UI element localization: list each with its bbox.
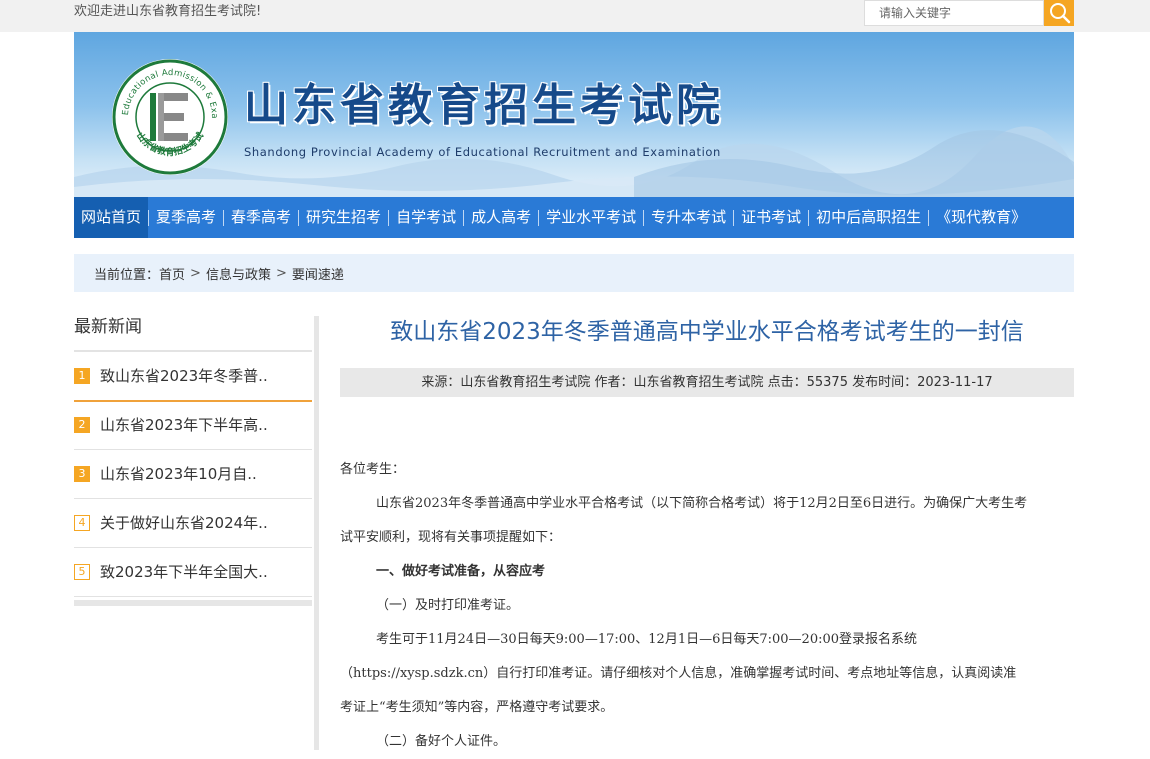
header-banner: Shandong Educational Admission & Examina… — [74, 32, 1074, 197]
paragraph: （一）及时打印准考证。 — [376, 598, 520, 613]
welcome-text: 欢迎走进山东省教育招生考试院! — [74, 4, 262, 19]
site-subtitle: Shandong Provincial Academy of Education… — [244, 145, 721, 159]
search-box — [864, 0, 1044, 26]
nav-item-proficiency[interactable]: 学业水平考试 — [539, 197, 643, 238]
article-meta: 来源：山东省教育招生考试院 作者：山东省教育招生考试院 点击：55375 发布时… — [340, 368, 1074, 397]
nav-item-upgrade[interactable]: 专升本考试 — [644, 197, 733, 238]
search-input[interactable] — [865, 1, 1043, 25]
news-rank-badge: 1 — [74, 367, 90, 384]
paragraph: （二）备好个人证件。 — [376, 734, 507, 749]
paragraph: 考证上“考生须知”等内容，严格遵守考试要求。 — [340, 700, 614, 715]
article-body: 各位考生： 山东省2023年冬季普通高中学业水平合格考试（以下简称合格考试）将于… — [340, 453, 1074, 759]
news-item[interactable]: 2 山东省2023年下半年高.. — [74, 400, 312, 450]
paragraph: （https://xysp.sdzk.cn）自行打印准考证。请仔细核对个人信息，… — [340, 666, 1017, 681]
nav-item-vocational[interactable]: 初中后高职招生 — [809, 197, 928, 238]
breadcrumb-separator: > — [190, 265, 201, 281]
nav-item-spring-gaokao[interactable]: 春季高考 — [224, 197, 298, 238]
search-button[interactable] — [1044, 0, 1074, 26]
sidebar-title: 最新新闻 — [74, 317, 142, 337]
nav-item-adult[interactable]: 成人高考 — [464, 197, 538, 238]
main-nav: 网站首页 夏季高考 春季高考 研究生招考 自学考试 成人高考 学业水平考试 专升… — [74, 197, 1074, 238]
nav-item-modern-education[interactable]: 《现代教育》 — [929, 197, 1033, 238]
breadcrumb-prefix: 当前位置： — [94, 267, 160, 283]
news-item[interactable]: 3 山东省2023年10月自.. — [74, 449, 312, 499]
nav-item-summer-gaokao[interactable]: 夏季高考 — [149, 197, 223, 238]
sidebar-border — [314, 316, 319, 750]
news-item[interactable]: 5 致2023年下半年全国大.. — [74, 547, 312, 597]
news-rank-badge: 4 — [74, 514, 90, 531]
breadcrumb-info-policy[interactable]: 信息与政策 — [206, 264, 271, 283]
nav-item-self-study[interactable]: 自学考试 — [389, 197, 463, 238]
news-title: 致2023年下半年全国大.. — [100, 563, 268, 581]
news-title: 山东省2023年10月自.. — [100, 465, 257, 483]
nav-item-certificate[interactable]: 证书考试 — [734, 197, 808, 238]
breadcrumb-home[interactable]: 首页 — [159, 264, 185, 283]
article: 致山东省2023年冬季普通高中学业水平合格考试考生的一封信 来源：山东省教育招生… — [340, 316, 1074, 750]
news-title: 山东省2023年下半年高.. — [100, 416, 268, 434]
news-rank-badge: 5 — [74, 563, 90, 580]
search-icon — [1050, 3, 1071, 24]
nav-item-home[interactable]: 网站首页 — [74, 197, 149, 238]
news-rank-badge: 2 — [74, 416, 90, 433]
paragraph: 试平安顺利，现将有关事项提醒如下： — [340, 530, 562, 545]
section-heading: 一、做好考试准备，从容应考 — [376, 564, 546, 579]
sidebar-latest-news: 最新新闻 1 致山东省2023年冬季普.. 2 山东省2023年下半年高.. 3… — [74, 316, 320, 750]
news-title: 关于做好山东省2024年.. — [100, 514, 268, 532]
nav-item-graduate[interactable]: 研究生招考 — [299, 197, 388, 238]
breadcrumb-separator: > — [275, 265, 287, 281]
news-item[interactable]: 4 关于做好山东省2024年.. — [74, 498, 312, 548]
article-title: 致山东省2023年冬季普通高中学业水平合格考试考生的一封信 — [390, 319, 1024, 345]
news-item[interactable]: 1 致山东省2023年冬季普.. — [74, 351, 312, 402]
news-rank-badge: 3 — [74, 465, 90, 482]
news-title: 致山东省2023年冬季普.. — [100, 367, 268, 385]
academy-logo: Shandong Educational Admission & Examina… — [110, 57, 228, 175]
paragraph: 各位考生： — [340, 462, 406, 477]
site-title: 山东省教育招生考试院 — [244, 80, 724, 131]
breadcrumb-news[interactable]: 要闻速递 — [292, 264, 344, 283]
sidebar-bottom-bar — [74, 600, 312, 606]
breadcrumb: 当前位置： 首页 > 信息与政策 > 要闻速递 — [74, 254, 1074, 292]
paragraph: 考生可于11月24日—30日每天9:00—17:00、12月1日—6日每天7:0… — [376, 632, 918, 647]
paragraph: 山东省2023年冬季普通高中学业水平合格考试（以下简称合格考试）将于12月2日至… — [376, 496, 1028, 511]
top-bar: 欢迎走进山东省教育招生考试院! — [0, 0, 1150, 32]
